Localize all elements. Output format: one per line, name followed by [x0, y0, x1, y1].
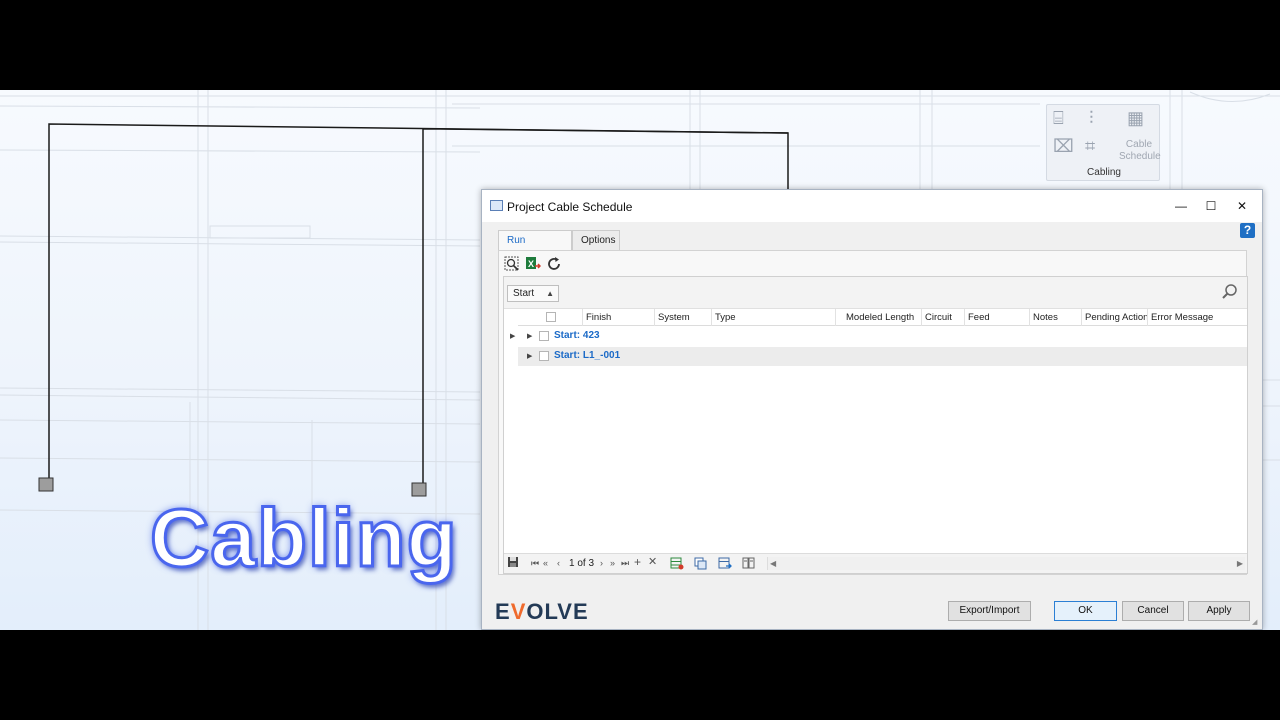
export-import-button[interactable]: Export/Import [948, 601, 1031, 621]
cable-schedule-grid: Start ▲ Finish System Type Modeled Lengt… [503, 276, 1248, 574]
delete-record-button[interactable]: ✕ [648, 556, 657, 569]
group-checkbox[interactable] [539, 351, 549, 361]
column-chooser-icon[interactable] [742, 557, 756, 574]
ok-button[interactable]: OK [1054, 601, 1117, 621]
group-by-panel: Start ▲ [504, 277, 1247, 309]
scroll-left-icon[interactable]: ◀ [770, 557, 776, 570]
group-label: Start: L1_-001 [554, 350, 621, 361]
cable-schedule-label-2: Schedule [1119, 151, 1161, 162]
last-page-button[interactable]: ⏭ [621, 557, 629, 570]
video-overlay-title: Cabling [149, 492, 459, 586]
cable-route-icon[interactable]: ⌗ [1085, 137, 1095, 155]
run-schedule-panel: X Start ▲ Finish System Type Modeled Len… [498, 250, 1248, 575]
help-icon[interactable]: ? [1240, 223, 1255, 238]
zoom-selection-icon[interactable] [504, 256, 520, 272]
excel-export-icon[interactable]: X [525, 256, 542, 272]
next-page-group-button[interactable]: » [610, 557, 615, 570]
column-system[interactable]: System [654, 309, 711, 326]
save-layout-icon[interactable] [507, 556, 519, 572]
select-all-checkbox[interactable] [546, 312, 556, 322]
cable-connector-icon[interactable]: ⫶ [1089, 109, 1094, 127]
close-button[interactable]: ✕ [1227, 196, 1257, 216]
grid-pager: ⏮ « ‹ 1 of 3 › » ⏭ + ✕ ◀ ▶ [504, 553, 1247, 573]
logo-part-1: E [495, 599, 511, 624]
tab-run-schedule[interactable]: Run Schedule [498, 230, 572, 265]
dialog-titlebar[interactable]: Project Cable Schedule — ☐ ✕ [482, 190, 1262, 222]
column-type[interactable]: Type [711, 309, 835, 326]
expand-group-icon[interactable]: ▶ [527, 332, 532, 340]
evolve-logo: EVOLVE [495, 599, 589, 625]
group-by-label: Start [513, 288, 535, 299]
cable-delete-icon[interactable]: ⌧ [1053, 137, 1074, 155]
expand-group-icon[interactable]: ▶ [527, 352, 532, 360]
copy-rows-icon[interactable] [694, 557, 708, 574]
group-checkbox[interactable] [539, 331, 549, 341]
ribbon-group-label: Cabling [1087, 167, 1121, 178]
first-page-button[interactable]: ⏮ [531, 557, 539, 570]
column-finish[interactable]: Finish [582, 309, 654, 326]
horizontal-scrollbar[interactable]: ◀ ▶ [767, 557, 1245, 570]
column-error-message[interactable]: Error Message [1147, 309, 1247, 326]
resize-grip-icon[interactable]: ◢ [1252, 619, 1260, 627]
move-rows-icon[interactable] [718, 557, 732, 574]
tab-options[interactable]: Options [572, 230, 620, 251]
cable-schedule-icon[interactable]: ▦ [1127, 109, 1144, 127]
add-record-button[interactable]: + [634, 556, 641, 569]
scroll-right-icon[interactable]: ▶ [1237, 557, 1243, 570]
svg-text:X: X [528, 259, 534, 269]
column-notes[interactable]: Notes [1029, 309, 1081, 326]
cancel-button[interactable]: Cancel [1122, 601, 1184, 621]
column-feed[interactable]: Feed [964, 309, 1029, 326]
schedule-window-icon [490, 200, 503, 211]
cable-schedule-label-1: Cable [1125, 139, 1153, 150]
page-indicator: 1 of 3 [569, 558, 595, 569]
group-label: Start: 423 [554, 330, 600, 341]
cable-schedule-button[interactable]: Cable Schedule [1119, 139, 1161, 163]
column-modeled-length[interactable]: Modeled Length [835, 309, 921, 326]
column-circuit[interactable]: Circuit [921, 309, 964, 326]
project-cable-schedule-dialog: Project Cable Schedule — ☐ ✕ ? Run Sched… [481, 189, 1263, 630]
previous-page-group-button[interactable]: « [543, 557, 548, 570]
logo-part-v: V [510, 599, 527, 624]
grid-column-header: Finish System Type Modeled Length Circui… [518, 309, 1247, 326]
sort-ascending-icon: ▲ [546, 289, 554, 298]
logo-part-2: OLVE [526, 599, 589, 624]
apply-button[interactable]: Apply [1188, 601, 1250, 621]
dialog-title: Project Cable Schedule [507, 200, 633, 214]
insert-rows-icon[interactable] [670, 557, 684, 574]
search-icon[interactable] [1221, 283, 1239, 301]
column-pending-action[interactable]: Pending Action [1081, 309, 1147, 326]
previous-page-button[interactable]: ‹ [557, 557, 560, 570]
group-by-start-chip[interactable]: Start ▲ [507, 285, 559, 302]
group-row[interactable]: ▶ ▶ Start: 423 [504, 327, 1247, 346]
cable-tray-icon[interactable]: ⌸ [1053, 109, 1064, 127]
next-page-button[interactable]: › [600, 557, 603, 570]
refresh-icon[interactable] [546, 256, 562, 272]
minimize-button[interactable]: — [1166, 196, 1196, 216]
group-row[interactable]: ▶ Start: L1_-001 [518, 347, 1247, 366]
expand-row-icon[interactable]: ▶ [510, 332, 515, 340]
ribbon-panel-cabling: ⌸ ⫶ ⌧ ⌗ ▦ Cable Schedule Cabling [1046, 104, 1161, 181]
maximize-button[interactable]: ☐ [1196, 196, 1226, 216]
